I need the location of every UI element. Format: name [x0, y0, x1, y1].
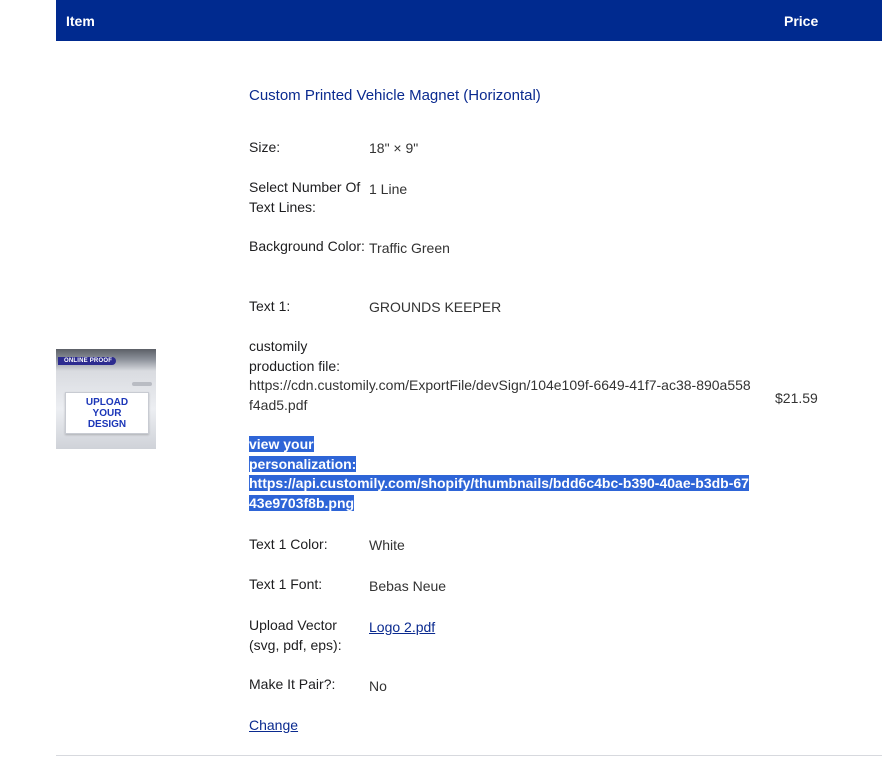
background-color-value: Traffic Green: [369, 240, 450, 256]
product-thumbnail[interactable]: ONLINE PROOF UPLOAD YOUR DESIGN: [56, 349, 156, 449]
size-label: Size:: [249, 139, 281, 155]
text1-font-label: Text 1 Font:: [249, 576, 323, 592]
size-value: 18" × 9": [369, 140, 419, 156]
door-handle: [132, 382, 152, 386]
card-line-1: UPLOAD: [85, 396, 129, 408]
vector-file-link[interactable]: Logo 2.pdf: [369, 617, 435, 637]
background-color-label: Background Color:: [249, 238, 365, 254]
make-it-pair-value: No: [369, 678, 387, 694]
make-it-pair-label: Make It Pair?:: [249, 676, 336, 692]
personalization-url[interactable]: https://api.customily.com/shopify/thumbn…: [249, 475, 749, 511]
production-file-block: customily production file: https://cdn.c…: [249, 337, 754, 415]
personalization-label: view your personalization:: [249, 436, 357, 472]
personalization-block: view your personalization: https://api.c…: [249, 435, 754, 513]
row-divider: [56, 755, 882, 756]
cart-table-header: Item Price: [56, 0, 882, 41]
text1-font-value: Bebas Neue: [369, 578, 447, 594]
text1-value: GROUNDS KEEPER: [369, 299, 502, 315]
text1-color-label: Text 1 Color:: [249, 536, 328, 552]
item-column-header: Item: [66, 13, 95, 29]
line-item-price: $21.59: [775, 390, 818, 406]
lines-value: 1 Line: [369, 181, 408, 197]
production-file-url: https://cdn.customily.com/ExportFile/dev…: [249, 377, 751, 413]
online-proof-badge: ONLINE PROOF: [58, 357, 117, 365]
product-title-link[interactable]: Custom Printed Vehicle Magnet (Horizonta…: [249, 87, 541, 104]
change-link[interactable]: Change: [249, 715, 298, 735]
price-column-header: Price: [784, 13, 819, 29]
text1-color-value: White: [369, 537, 405, 553]
production-file-label: customily production file:: [249, 338, 341, 374]
upload-design-card: UPLOAD YOUR DESIGN: [65, 392, 149, 434]
text1-label: Text 1:: [249, 298, 291, 314]
card-line-2: YOUR: [92, 407, 122, 419]
lines-label: Select Number Of Text Lines:: [249, 179, 361, 215]
upload-vector-label: Upload Vector (svg, pdf, eps):: [249, 617, 342, 653]
card-line-3: DESIGN: [87, 418, 127, 430]
